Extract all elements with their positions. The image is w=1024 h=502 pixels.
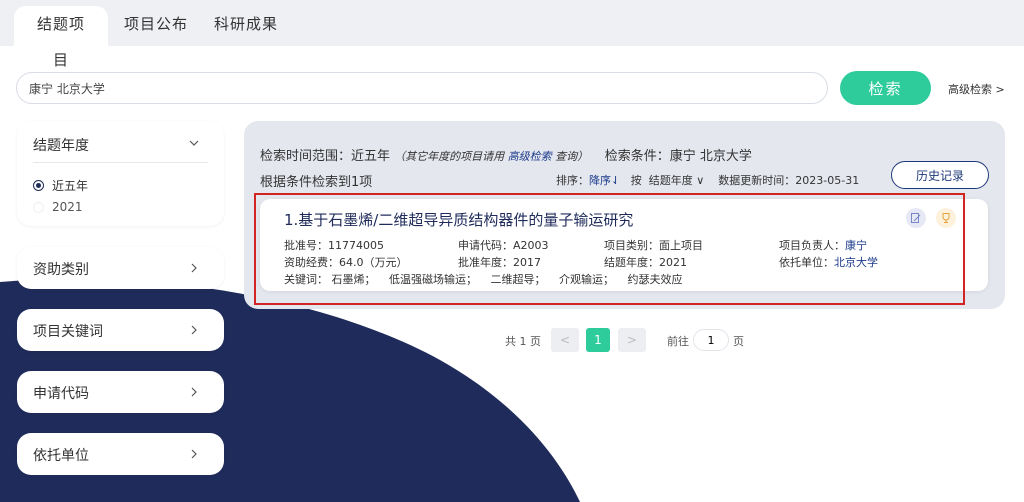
- filter-apply-code[interactable]: 申请代码: [17, 371, 224, 413]
- radio-selected-icon: [33, 180, 44, 191]
- search-input[interactable]: [16, 72, 828, 104]
- goto-label: 前往: [667, 335, 689, 348]
- pagination-total: 共 1 页: [505, 335, 541, 348]
- divider: [33, 162, 208, 163]
- search-button[interactable]: 检索: [840, 71, 931, 105]
- data-update-time: 数据更新时间：2023-05-31: [718, 174, 860, 187]
- filter-project-keywords[interactable]: 项目关键词: [17, 309, 224, 351]
- current-page-button[interactable]: 1: [586, 328, 610, 352]
- chevron-down-icon[interactable]: [188, 137, 200, 149]
- advanced-search-inline-link[interactable]: 高级检索: [508, 150, 552, 163]
- chevron-right-icon: [191, 263, 197, 273]
- filter-label: 资助类别: [33, 262, 89, 278]
- top-tabs: 结题项目 项目公布 科研成果: [0, 0, 1024, 69]
- filter-label: 项目关键词: [33, 324, 103, 340]
- time-range-note: （其它年度的项目请用 高级检索 查询）: [394, 150, 589, 163]
- filter-label: 依托单位: [33, 448, 89, 464]
- time-range: 检索时间范围：近五年: [260, 149, 391, 164]
- radio-icon: [33, 201, 44, 213]
- page-unit-label: 页: [733, 335, 744, 348]
- advanced-search-link[interactable]: 高级检索 >: [948, 81, 1005, 97]
- year-option-2021[interactable]: 2021: [33, 200, 83, 214]
- year-option-label: 2021: [52, 200, 83, 214]
- sort-field-select[interactable]: 结题年度 ∨: [649, 174, 705, 187]
- sort-order-toggle[interactable]: 降序⇃: [589, 174, 620, 187]
- filter-funding-category[interactable]: 资助类别: [17, 247, 224, 289]
- filter-end-year: 结题年度 近五年 2021: [17, 121, 224, 226]
- year-option-label: 近五年: [52, 179, 89, 193]
- filter-label: 申请代码: [33, 386, 89, 402]
- highlight-box: [254, 193, 965, 305]
- chevron-right-icon: [191, 325, 197, 335]
- prev-page-button[interactable]: <: [551, 328, 579, 352]
- sort-bar: 排序：降序⇃ 按 结题年度 ∨ 数据更新时间：2023-05-31: [556, 174, 860, 187]
- tab-completed-projects[interactable]: 结题项目: [14, 6, 108, 69]
- filter-end-year-title: 结题年度: [33, 138, 89, 154]
- search-summary: 检索时间范围：近五年 （其它年度的项目请用 高级检索 查询） 检索条件：康宁 北…: [260, 145, 752, 164]
- history-button[interactable]: 历史记录: [891, 161, 989, 189]
- result-count: 根据条件检索到1项: [260, 175, 373, 190]
- chevron-right-icon: [191, 449, 197, 459]
- year-option-recent[interactable]: 近五年: [33, 177, 88, 194]
- filter-host-unit[interactable]: 依托单位: [17, 433, 224, 475]
- tab-project-announcements[interactable]: 项目公布: [124, 6, 188, 46]
- tab-research-results[interactable]: 科研成果: [214, 6, 278, 46]
- chevron-right-icon: [191, 387, 197, 397]
- goto-page-input[interactable]: [693, 329, 729, 351]
- next-page-button[interactable]: >: [618, 328, 646, 352]
- search-condition: 检索条件：康宁 北京大学: [604, 149, 752, 164]
